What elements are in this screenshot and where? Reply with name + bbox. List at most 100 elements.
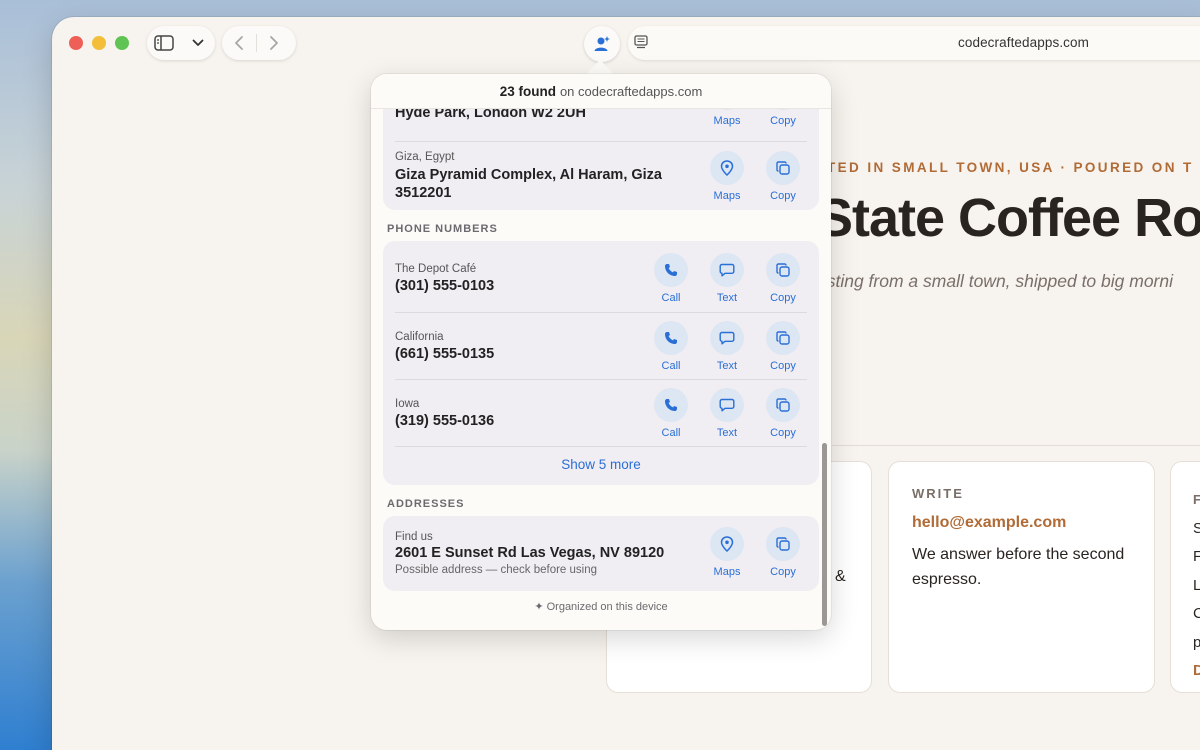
action-label: Call	[661, 360, 681, 372]
card-heading: F	[1193, 492, 1200, 507]
found-count: 23 found	[499, 84, 556, 99]
chevron-right-icon	[270, 36, 278, 50]
list-item[interactable]: Find us 2601 E Sunset Rd Las Vegas, NV 8…	[383, 516, 819, 591]
person-sparkle-icon	[594, 36, 610, 51]
action-label: Copy	[770, 292, 796, 304]
maps-action[interactable]: Maps	[705, 527, 749, 578]
copy-action[interactable]: Copy	[761, 388, 805, 439]
call-action[interactable]: Call	[649, 388, 693, 439]
message-icon	[719, 398, 735, 412]
list-item[interactable]: The Depot Café (301) 555-0103 Call Text …	[383, 241, 819, 313]
message-icon	[719, 331, 735, 345]
show-more-button[interactable]: Show 5 more	[383, 457, 819, 472]
addresses-group: Find us 2601 E Sunset Rd Las Vegas, NV 8…	[383, 516, 819, 591]
card-line: C	[1193, 605, 1200, 622]
info-card-partial: F S F L C p D	[1170, 461, 1200, 693]
copy-icon	[776, 263, 790, 277]
sidebar-toggle-button[interactable]	[147, 26, 181, 60]
list-item[interactable]: Giza, Egypt Giza Pyramid Complex, Al Har…	[383, 142, 819, 210]
on-device-note: ✦ Organized on this device	[534, 601, 668, 613]
url-text: codecraftedapps.com	[958, 35, 1089, 50]
zoom-window-button[interactable]	[115, 36, 129, 50]
popover-header: 23 found on codecraftedapps.com	[371, 74, 831, 109]
sidebar-icon	[154, 35, 174, 51]
row-divider	[395, 446, 807, 447]
chevron-left-icon	[235, 36, 243, 50]
map-pin-icon	[720, 536, 734, 552]
address-label: Find us	[395, 531, 433, 543]
action-label: Call	[661, 427, 681, 439]
action-label: Maps	[713, 115, 741, 127]
info-card-write: WRITE hello@example.com We answer before…	[888, 461, 1155, 693]
card-heading: WRITE	[912, 486, 964, 501]
card-text-fragment: &	[835, 568, 846, 585]
navigation-control	[222, 26, 296, 60]
action-label: Copy	[770, 427, 796, 439]
address-value-line1: Giza Pyramid Complex, Al Haram, Giza	[395, 167, 662, 183]
text-action[interactable]: Text	[705, 253, 749, 304]
phone-icon	[665, 264, 677, 276]
action-label: Maps	[713, 190, 741, 202]
place-label: Giza, Egypt	[395, 151, 455, 163]
found-details-popover: 23 found on codecraftedapps.com Hyde Park…	[371, 74, 831, 630]
card-body-text: We answer before the second espresso.	[912, 546, 1125, 588]
copy-icon	[776, 331, 790, 345]
close-window-button[interactable]	[69, 36, 83, 50]
address-note: Possible address — check before using	[395, 564, 597, 576]
action-label: Copy	[770, 360, 796, 372]
call-action[interactable]: Call	[649, 321, 693, 372]
copy-action[interactable]: Copy	[761, 151, 805, 202]
action-label: Maps	[713, 566, 741, 578]
action-label: Text	[716, 427, 738, 439]
tab-group-menu-button[interactable]	[181, 26, 215, 60]
popover-scroll-content: Hyde Park, London W2 2UH Maps Copy Giza,…	[371, 74, 831, 630]
phone-label: The Depot Café	[395, 263, 477, 275]
copy-icon	[776, 161, 790, 175]
list-item[interactable]: Iowa (319) 555-0136 Call Text Copy	[383, 380, 819, 447]
copy-action[interactable]: Copy	[761, 253, 805, 304]
page-title: State Coffee Ro	[817, 188, 1200, 248]
phone-icon	[665, 399, 677, 411]
found-site: on codecraftedapps.com	[559, 84, 703, 99]
text-action[interactable]: Text	[705, 321, 749, 372]
map-pin-icon	[720, 160, 734, 176]
action-label: Copy	[770, 190, 796, 202]
page-menu-button[interactable]	[634, 35, 648, 54]
call-action[interactable]: Call	[649, 253, 693, 304]
forward-button[interactable]	[257, 26, 291, 60]
action-label: Text	[716, 292, 738, 304]
page-subtitle: asting from a small town, shipped to big…	[817, 271, 1173, 291]
phone-value: (301) 555-0103	[395, 278, 495, 294]
copy-icon	[776, 398, 790, 412]
page-divider	[832, 445, 1200, 446]
address-value-line2: 3512201	[395, 185, 452, 201]
back-button[interactable]	[222, 26, 256, 60]
contacts-found-button[interactable]	[584, 26, 620, 62]
card-link[interactable]: D	[1193, 657, 1200, 686]
copy-action[interactable]: Copy	[761, 527, 805, 578]
popover-scrollbar[interactable]	[822, 443, 827, 626]
action-label: Text	[716, 360, 738, 372]
section-title-addresses: ADDRESSES	[387, 498, 465, 510]
list-item[interactable]: California (661) 555-0135 Call Text Copy	[383, 313, 819, 380]
section-title-phones: PHONE NUMBERS	[387, 223, 498, 235]
email-link[interactable]: hello@example.com	[912, 514, 1066, 532]
page-tagline: TED IN SMALL TOWN, USA · POURED ON T	[827, 160, 1194, 175]
card-line: F	[1193, 548, 1200, 565]
phone-icon	[665, 332, 677, 344]
address-bar[interactable]: codecraftedapps.com	[628, 26, 1200, 60]
phone-value: (319) 555-0136	[395, 413, 495, 429]
minimize-window-button[interactable]	[92, 36, 106, 50]
phone-value: (661) 555-0135	[395, 346, 495, 362]
card-partial-text: F S F L C p D	[1193, 486, 1200, 686]
maps-action[interactable]: Maps	[705, 151, 749, 202]
phone-label: Iowa	[395, 398, 420, 410]
sidebar-control	[147, 26, 215, 60]
text-action[interactable]: Text	[705, 388, 749, 439]
chevron-down-icon	[192, 39, 204, 46]
page-menu-icon	[634, 35, 648, 49]
action-label: Copy	[770, 115, 796, 127]
message-icon	[719, 263, 735, 277]
copy-action[interactable]: Copy	[761, 321, 805, 372]
phone-numbers-group: The Depot Café (301) 555-0103 Call Text …	[383, 241, 819, 485]
